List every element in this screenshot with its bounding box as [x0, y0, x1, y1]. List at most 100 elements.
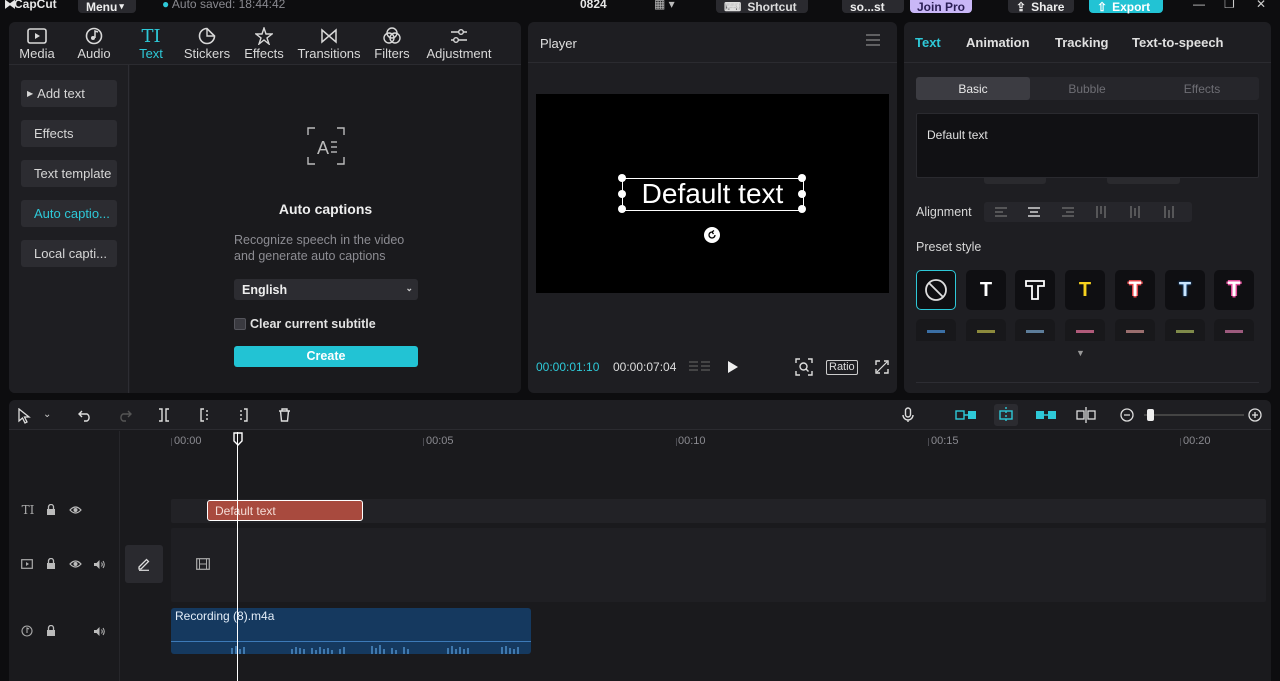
- nav-auto-captions[interactable]: Auto captio...: [21, 200, 117, 227]
- shortcut-button[interactable]: ⌨ Shortcut: [716, 0, 808, 14]
- nav-text-template[interactable]: Text template: [21, 160, 117, 187]
- resize-handle[interactable]: [798, 174, 806, 182]
- preset-none[interactable]: [916, 270, 956, 310]
- subtab-effects[interactable]: Effects: [1145, 77, 1259, 100]
- font-size-field[interactable]: [984, 178, 1046, 184]
- trim-right-icon[interactable]: [238, 408, 250, 422]
- language-select[interactable]: English ⌄: [234, 279, 418, 300]
- playhead-line[interactable]: [237, 432, 238, 681]
- select-cursor-icon[interactable]: [18, 408, 32, 424]
- preset-row2-3[interactable]: [1015, 319, 1055, 341]
- playhead-handle[interactable]: [233, 432, 243, 446]
- preset-blue[interactable]: T: [1165, 270, 1205, 310]
- tab-effects[interactable]: Effects: [243, 22, 285, 64]
- tab-tracking[interactable]: Tracking: [1055, 35, 1108, 50]
- align-right-icon[interactable]: [1062, 207, 1074, 217]
- microphone-icon[interactable]: [902, 407, 914, 423]
- project-name[interactable]: 0824: [580, 0, 607, 11]
- trim-left-icon[interactable]: [198, 408, 210, 422]
- split-icon[interactable]: [158, 408, 170, 422]
- tab-media[interactable]: Media: [15, 22, 59, 64]
- preset-row2-2[interactable]: [966, 319, 1006, 341]
- vertical-align-bottom-icon[interactable]: [1164, 206, 1176, 218]
- char-spacing-field[interactable]: [1107, 178, 1180, 184]
- text-overlay[interactable]: Default text: [623, 179, 802, 209]
- lock-icon[interactable]: [44, 503, 58, 517]
- vertical-align-center-icon[interactable]: [1130, 206, 1142, 218]
- chevron-down-icon[interactable]: ⌄: [43, 409, 51, 420]
- tab-text[interactable]: Text: [915, 35, 941, 50]
- lock-icon[interactable]: [44, 557, 58, 571]
- expand-down-icon[interactable]: ▼: [1076, 348, 1085, 358]
- subtab-basic[interactable]: Basic: [916, 77, 1030, 100]
- preset-row2-6[interactable]: [1165, 319, 1205, 341]
- eye-icon[interactable]: [68, 557, 82, 571]
- redo-icon[interactable]: [118, 408, 132, 422]
- nav-add-text[interactable]: ▶ Add text: [21, 80, 117, 107]
- tab-stickers[interactable]: Stickers: [183, 22, 231, 64]
- close-icon[interactable]: ✕: [1256, 0, 1266, 11]
- undo-icon[interactable]: [78, 408, 92, 422]
- auto-snapping-icon[interactable]: [994, 404, 1018, 426]
- tab-filters[interactable]: Filters: [373, 22, 411, 64]
- tab-text[interactable]: TI Text: [135, 22, 167, 64]
- tab-audio[interactable]: Audio: [73, 22, 115, 64]
- user-account[interactable]: so...st: [842, 0, 904, 14]
- text-content-input[interactable]: Default text: [916, 113, 1259, 178]
- linkage-icon[interactable]: [1034, 406, 1058, 424]
- create-button[interactable]: Create: [234, 346, 418, 367]
- preset-row2-5[interactable]: [1115, 319, 1155, 341]
- rotate-icon[interactable]: [704, 227, 720, 243]
- speaker-icon[interactable]: [92, 557, 106, 571]
- restore-icon[interactable]: ❐: [1224, 0, 1235, 11]
- main-video-lane[interactable]: [171, 528, 1266, 602]
- resize-handle[interactable]: [798, 190, 806, 198]
- tab-text-to-speech[interactable]: Text-to-speech: [1132, 35, 1224, 50]
- export-button[interactable]: ⇧ Export: [1089, 0, 1163, 14]
- preset-row2-1[interactable]: [916, 319, 956, 341]
- preset-white-bold[interactable]: T: [966, 270, 1006, 310]
- speaker-icon[interactable]: [92, 624, 106, 638]
- preset-pink[interactable]: T: [1214, 270, 1254, 310]
- resize-handle[interactable]: [618, 190, 626, 198]
- preset-row2-4[interactable]: [1065, 319, 1105, 341]
- zoom-slider-track[interactable]: [1144, 414, 1244, 416]
- resize-handle[interactable]: [618, 174, 626, 182]
- align-left-icon[interactable]: [995, 207, 1007, 217]
- zoom-in-icon[interactable]: [1248, 408, 1262, 422]
- vertical-align-top-icon[interactable]: [1096, 206, 1108, 218]
- waveform-icon[interactable]: [688, 359, 712, 375]
- fit-zoom-icon[interactable]: [795, 358, 813, 376]
- tab-transitions[interactable]: Transitions: [296, 22, 362, 64]
- align-center-icon[interactable]: [1028, 207, 1040, 217]
- preset-yellow[interactable]: T: [1065, 270, 1105, 310]
- nav-local-captions[interactable]: Local capti...: [21, 240, 117, 267]
- hamburger-menu-icon[interactable]: [866, 34, 880, 46]
- lock-icon[interactable]: [44, 624, 58, 638]
- main-track-magnet-icon[interactable]: [954, 406, 978, 424]
- resize-handle[interactable]: [798, 205, 806, 213]
- nav-effects[interactable]: Effects: [21, 120, 117, 147]
- audio-clip[interactable]: Recording (8).m4a: [171, 608, 531, 654]
- eye-icon[interactable]: [68, 503, 82, 517]
- text-overlay-selection[interactable]: Default text: [618, 174, 806, 213]
- fullscreen-icon[interactable]: [875, 360, 889, 374]
- resize-handle[interactable]: [618, 205, 626, 213]
- share-button[interactable]: ⇪ Share: [1008, 0, 1074, 14]
- preset-outline[interactable]: [1015, 270, 1055, 310]
- text-clip[interactable]: Default text: [207, 500, 363, 521]
- layout-icon[interactable]: ▦ ▾: [654, 0, 675, 11]
- preset-red-outline[interactable]: T: [1115, 270, 1155, 310]
- preset-row2-7[interactable]: [1214, 319, 1254, 341]
- join-pro-button[interactable]: Join Pro: [910, 0, 972, 14]
- video-preview[interactable]: Default text: [536, 94, 889, 293]
- subtab-bubble[interactable]: Bubble: [1030, 77, 1144, 100]
- cover-edit-button[interactable]: [125, 545, 163, 583]
- time-ruler[interactable]: [171, 438, 1271, 446]
- preview-axis-icon[interactable]: [1076, 407, 1096, 423]
- delete-icon[interactable]: [278, 408, 291, 422]
- minimize-icon[interactable]: —: [1193, 0, 1205, 11]
- tab-animation[interactable]: Animation: [966, 35, 1030, 50]
- play-icon[interactable]: [727, 360, 739, 374]
- tab-adjustment[interactable]: Adjustment: [423, 22, 495, 64]
